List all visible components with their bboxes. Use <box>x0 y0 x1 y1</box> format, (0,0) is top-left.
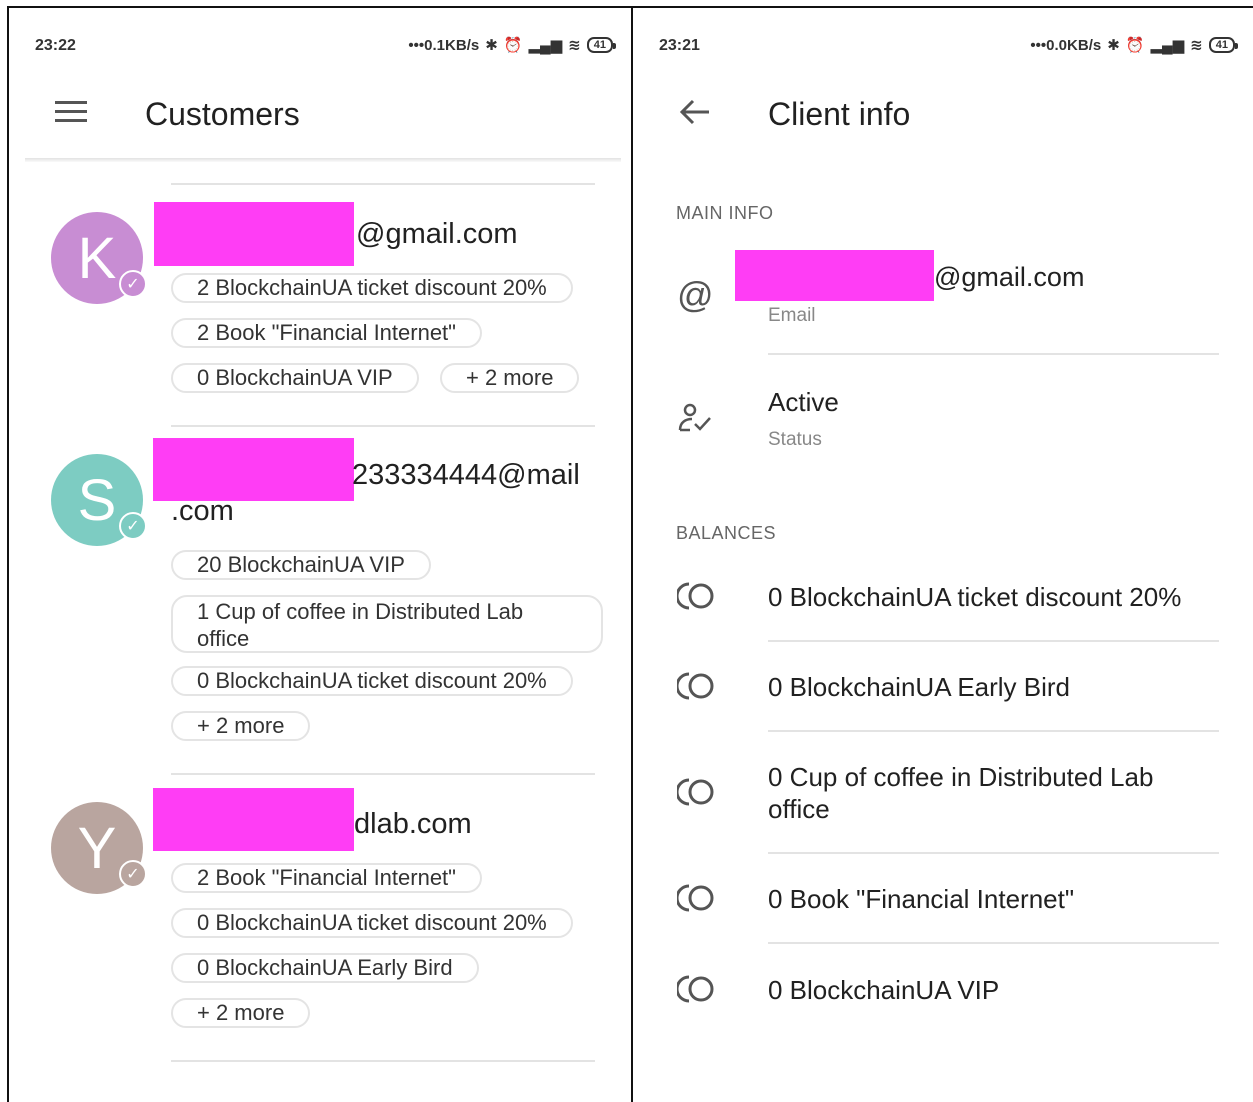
avatar: K ✓ <box>51 212 147 304</box>
coins-icon <box>677 672 714 700</box>
balance-item: 0 Book "Financial Internet" <box>768 884 1075 914</box>
status-icons: •••0.0KB/s ✱ ⏰ ▂▄▆ ≋ 41 <box>1030 36 1239 54</box>
page-title: Customers <box>145 96 300 132</box>
signal-icon: ▂▄▆ <box>528 37 563 54</box>
back-arrow-icon[interactable] <box>679 98 711 126</box>
avatar-initial: S <box>77 467 117 533</box>
balance-item: 0 BlockchainUA VIP <box>768 975 1000 1005</box>
page-title: Client info <box>768 96 911 132</box>
balance-chip: 0 BlockchainUA ticket discount 20% <box>171 666 573 696</box>
redacted-block <box>153 788 354 851</box>
status-time: 23:22 <box>35 37 76 54</box>
list-divider <box>171 773 595 775</box>
status-bar: 23:22 •••0.1KB/s ✱ ⏰ ▂▄▆ ≋ 41 <box>9 34 631 60</box>
status-icons: •••0.1KB/s ✱ ⏰ ▂▄▆ ≋ 41 <box>408 36 617 54</box>
status-bar: 23:21 •••0.0KB/s ✱ ⏰ ▂▄▆ ≋ 41 <box>633 34 1253 60</box>
coins-icon <box>677 884 714 912</box>
avatar: Y ✓ <box>51 802 147 894</box>
coins-icon <box>677 582 714 610</box>
verified-check-icon: ✓ <box>119 512 147 540</box>
bluetooth-icon: ✱ <box>1107 37 1120 54</box>
status-time: 23:21 <box>659 37 700 54</box>
customer-email-continued: .com <box>171 495 234 527</box>
redacted-block <box>153 438 354 501</box>
battery-icon: 41 <box>586 37 617 53</box>
more-chip[interactable]: + 2 more <box>171 998 311 1028</box>
client-email: @gmail.com <box>934 262 1085 292</box>
balance-item: 0 BlockchainUA ticket discount 20% <box>768 582 1182 612</box>
verified-check-icon: ✓ <box>119 270 147 298</box>
customer-email: @gmail.com <box>356 218 518 250</box>
balance-chip: 2 BlockchainUA ticket discount 20% <box>171 273 573 303</box>
network-speed: •••0.1KB/s <box>408 36 480 54</box>
balance-item: 0 BlockchainUA Early Bird <box>768 672 1071 702</box>
status-value: Active <box>768 387 839 417</box>
balance-chip: 2 Book "Financial Internet" <box>171 318 482 348</box>
list-divider <box>768 730 1219 732</box>
more-chip[interactable]: + 2 more <box>440 363 580 393</box>
balance-chip: 20 BlockchainUA VIP <box>171 550 431 580</box>
balance-chip: 0 BlockchainUA Early Bird <box>171 953 479 983</box>
balance-chip: 2 Book "Financial Internet" <box>171 863 482 893</box>
wifi-icon: ≋ <box>568 37 581 54</box>
avatar-initial: K <box>77 225 117 291</box>
alarm-off-icon: ⏰ <box>503 37 523 54</box>
appbar-shadow <box>25 158 621 162</box>
coins-icon <box>677 975 714 1003</box>
list-divider <box>171 183 595 185</box>
signal-icon: ▂▄▆ <box>1150 37 1185 54</box>
avatar: S ✓ <box>51 454 147 546</box>
email-label: Email <box>768 305 816 326</box>
list-divider <box>171 425 595 427</box>
customer-email: dlab.com <box>354 808 472 840</box>
balances-heading: BALANCES <box>676 523 777 543</box>
balance-chip: 1 Cup of coffee in Distributed Lab offic… <box>171 595 603 653</box>
at-sign-icon: @ <box>677 274 714 315</box>
bluetooth-icon: ✱ <box>485 37 498 54</box>
network-speed: •••0.0KB/s <box>1030 36 1102 54</box>
main-info-heading: MAIN INFO <box>676 203 774 223</box>
list-divider <box>171 1060 595 1062</box>
avatar-initial: Y <box>77 815 117 881</box>
alarm-off-icon: ⏰ <box>1125 37 1145 54</box>
customers-screen: 23:22 •••0.1KB/s ✱ ⏰ ▂▄▆ ≋ 41 Customers … <box>9 8 631 1102</box>
verified-check-icon: ✓ <box>119 860 147 888</box>
more-chip[interactable]: + 2 more <box>171 711 311 741</box>
customer-email: 233334444@mail <box>352 459 580 491</box>
battery-icon: 41 <box>1208 37 1239 53</box>
balance-chip: 0 BlockchainUA ticket discount 20% <box>171 908 573 938</box>
list-divider <box>768 640 1219 642</box>
balance-item: 0 Cup of coffee in Distributed Lab offic… <box>768 762 1154 824</box>
list-divider <box>768 852 1219 854</box>
wifi-icon: ≋ <box>1190 37 1203 54</box>
list-divider <box>768 942 1219 944</box>
redacted-block <box>735 250 934 301</box>
list-divider <box>768 353 1219 355</box>
coins-icon <box>677 778 714 806</box>
menu-icon[interactable] <box>55 101 87 125</box>
person-check-icon <box>678 403 711 432</box>
status-label: Status <box>768 429 822 450</box>
balance-chip: 0 BlockchainUA VIP <box>171 363 419 393</box>
client-info-screen: 23:21 •••0.0KB/s ✱ ⏰ ▂▄▆ ≋ 41 Client inf… <box>633 8 1253 1102</box>
redacted-block <box>154 202 354 266</box>
